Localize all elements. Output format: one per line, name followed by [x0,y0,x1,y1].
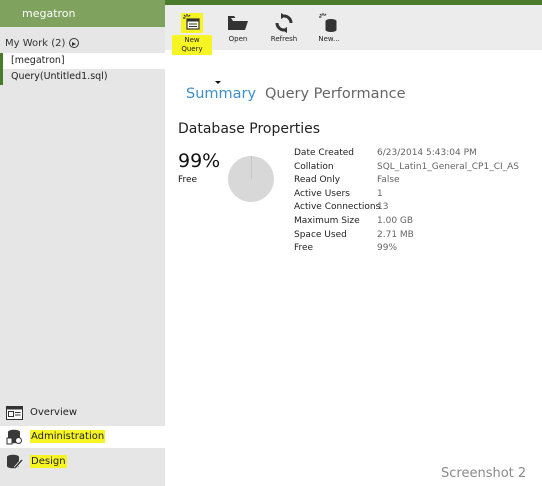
new-query-label: New Query [172,35,212,55]
property-value: 13 [377,202,389,213]
property-value: False [377,175,400,186]
my-work-label: My Work (2) [5,37,66,49]
toolbar: New Query Open Refresh New... [165,5,542,55]
my-work-header[interactable]: My Work (2) [0,35,165,51]
screenshot-caption: Screenshot 2 [441,466,527,481]
new-query-icon [181,13,203,33]
property-key: Free [294,243,314,254]
property-key: Space Used [294,229,347,240]
nav-overview[interactable]: Overview [0,402,165,424]
nav-administration[interactable]: Administration [0,426,165,448]
refresh-icon [275,13,293,33]
property-value: 2.71 MB [377,229,414,240]
arrow-right-circle-icon[interactable] [69,38,80,48]
folder-open-icon [228,16,248,30]
property-key: Collation [294,161,334,172]
server-name: megatron [22,7,76,20]
open-button[interactable]: Open [221,5,255,50]
property-key: Date Created [294,148,354,158]
property-value: 1 [377,188,383,199]
property-key: Active Connections [294,202,381,213]
property-value: 6/23/2014 5:43:04 PM [377,148,477,158]
overview-icon [6,406,23,420]
nav-design-label: Design [30,455,67,468]
free-space-pie [228,156,274,202]
nav-design[interactable]: Design [0,451,165,473]
property-value: SQL_Latin1_General_CP1_CI_AS [377,161,520,172]
refresh-button[interactable]: Refresh [266,5,302,50]
property-key: Active Users [294,188,350,199]
refresh-label: Refresh [270,35,298,43]
new-query-button[interactable]: New Query [172,5,212,55]
administration-icon [6,429,22,445]
sidebar: megatron My Work (2) [megatron] Query(Un… [0,0,165,486]
property-value: 1.00 GB [377,215,414,226]
tab-summary[interactable]: Summary [186,86,256,102]
tab-query-performance[interactable]: Query Performance [265,86,406,102]
work-item-label: Query(Untitled1.sql) [11,71,108,82]
server-header[interactable]: megatron [0,0,165,27]
design-icon [7,454,23,469]
database-properties-title: Database Properties [178,121,321,137]
new-database-icon [319,13,337,32]
free-percent: 99% [178,150,221,172]
open-label: Open [228,35,248,43]
work-item-megatron[interactable]: [megatron] [0,53,165,69]
free-label: Free [178,175,198,185]
nav-overview-label: Overview [30,407,78,418]
work-item-label: [megatron] [11,55,65,66]
property-value: 99% [377,243,398,254]
property-key: Read Only [294,175,341,186]
new-label: New... [318,35,340,43]
new-button[interactable]: New... [312,5,346,50]
tab-indicator-caret [215,81,221,84]
nav-administration-label: Administration [30,430,106,443]
property-key: Maximum Size [294,215,360,226]
work-item-query[interactable]: Query(Untitled1.sql) [0,69,165,85]
